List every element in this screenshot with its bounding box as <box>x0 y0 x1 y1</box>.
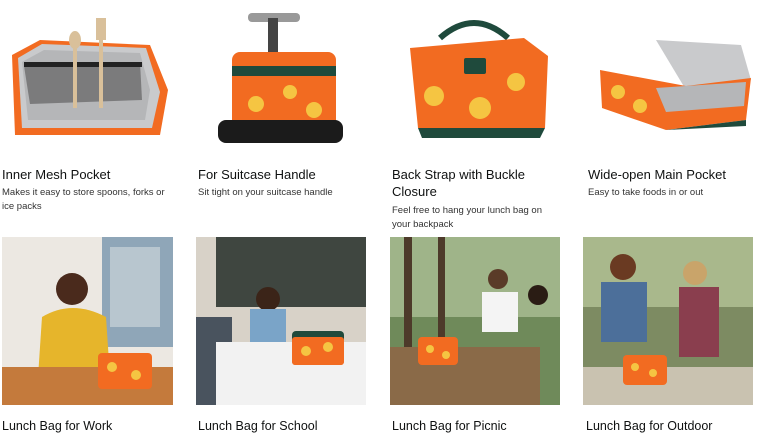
picnic-scene-photo <box>390 237 560 405</box>
feature-description: Makes it easy to store spoons, forks or … <box>2 187 165 212</box>
feature-description: Feel free to hang your lunch bag on your… <box>392 205 542 230</box>
scene-caption: Lunch Bag for School <box>198 419 318 433</box>
feature-description: Sit tight on your suitcase handle <box>198 187 333 198</box>
classroom-scene-photo <box>196 237 366 405</box>
mesh-pocket-photo <box>0 0 172 140</box>
scene-caption: Lunch Bag for Work <box>2 419 113 433</box>
scene-caption: Lunch Bag for Picnic <box>392 419 507 433</box>
feature-title: Back Strap with Buckle Closure <box>392 167 525 199</box>
office-scene-photo <box>2 237 173 405</box>
feature-description: Easy to take foods in or out <box>588 187 704 198</box>
suitcase-handle-photo <box>198 8 348 143</box>
outdoor-scene-photo <box>583 237 753 405</box>
back-strap-photo <box>400 8 550 143</box>
feature-title: For Suitcase Handle <box>198 167 316 182</box>
feature-title: Wide-open Main Pocket <box>588 167 727 182</box>
main-pocket-photo <box>596 30 754 130</box>
feature-title: Inner Mesh Pocket <box>2 167 111 182</box>
scene-caption: Lunch Bag for Outdoor <box>586 419 713 433</box>
